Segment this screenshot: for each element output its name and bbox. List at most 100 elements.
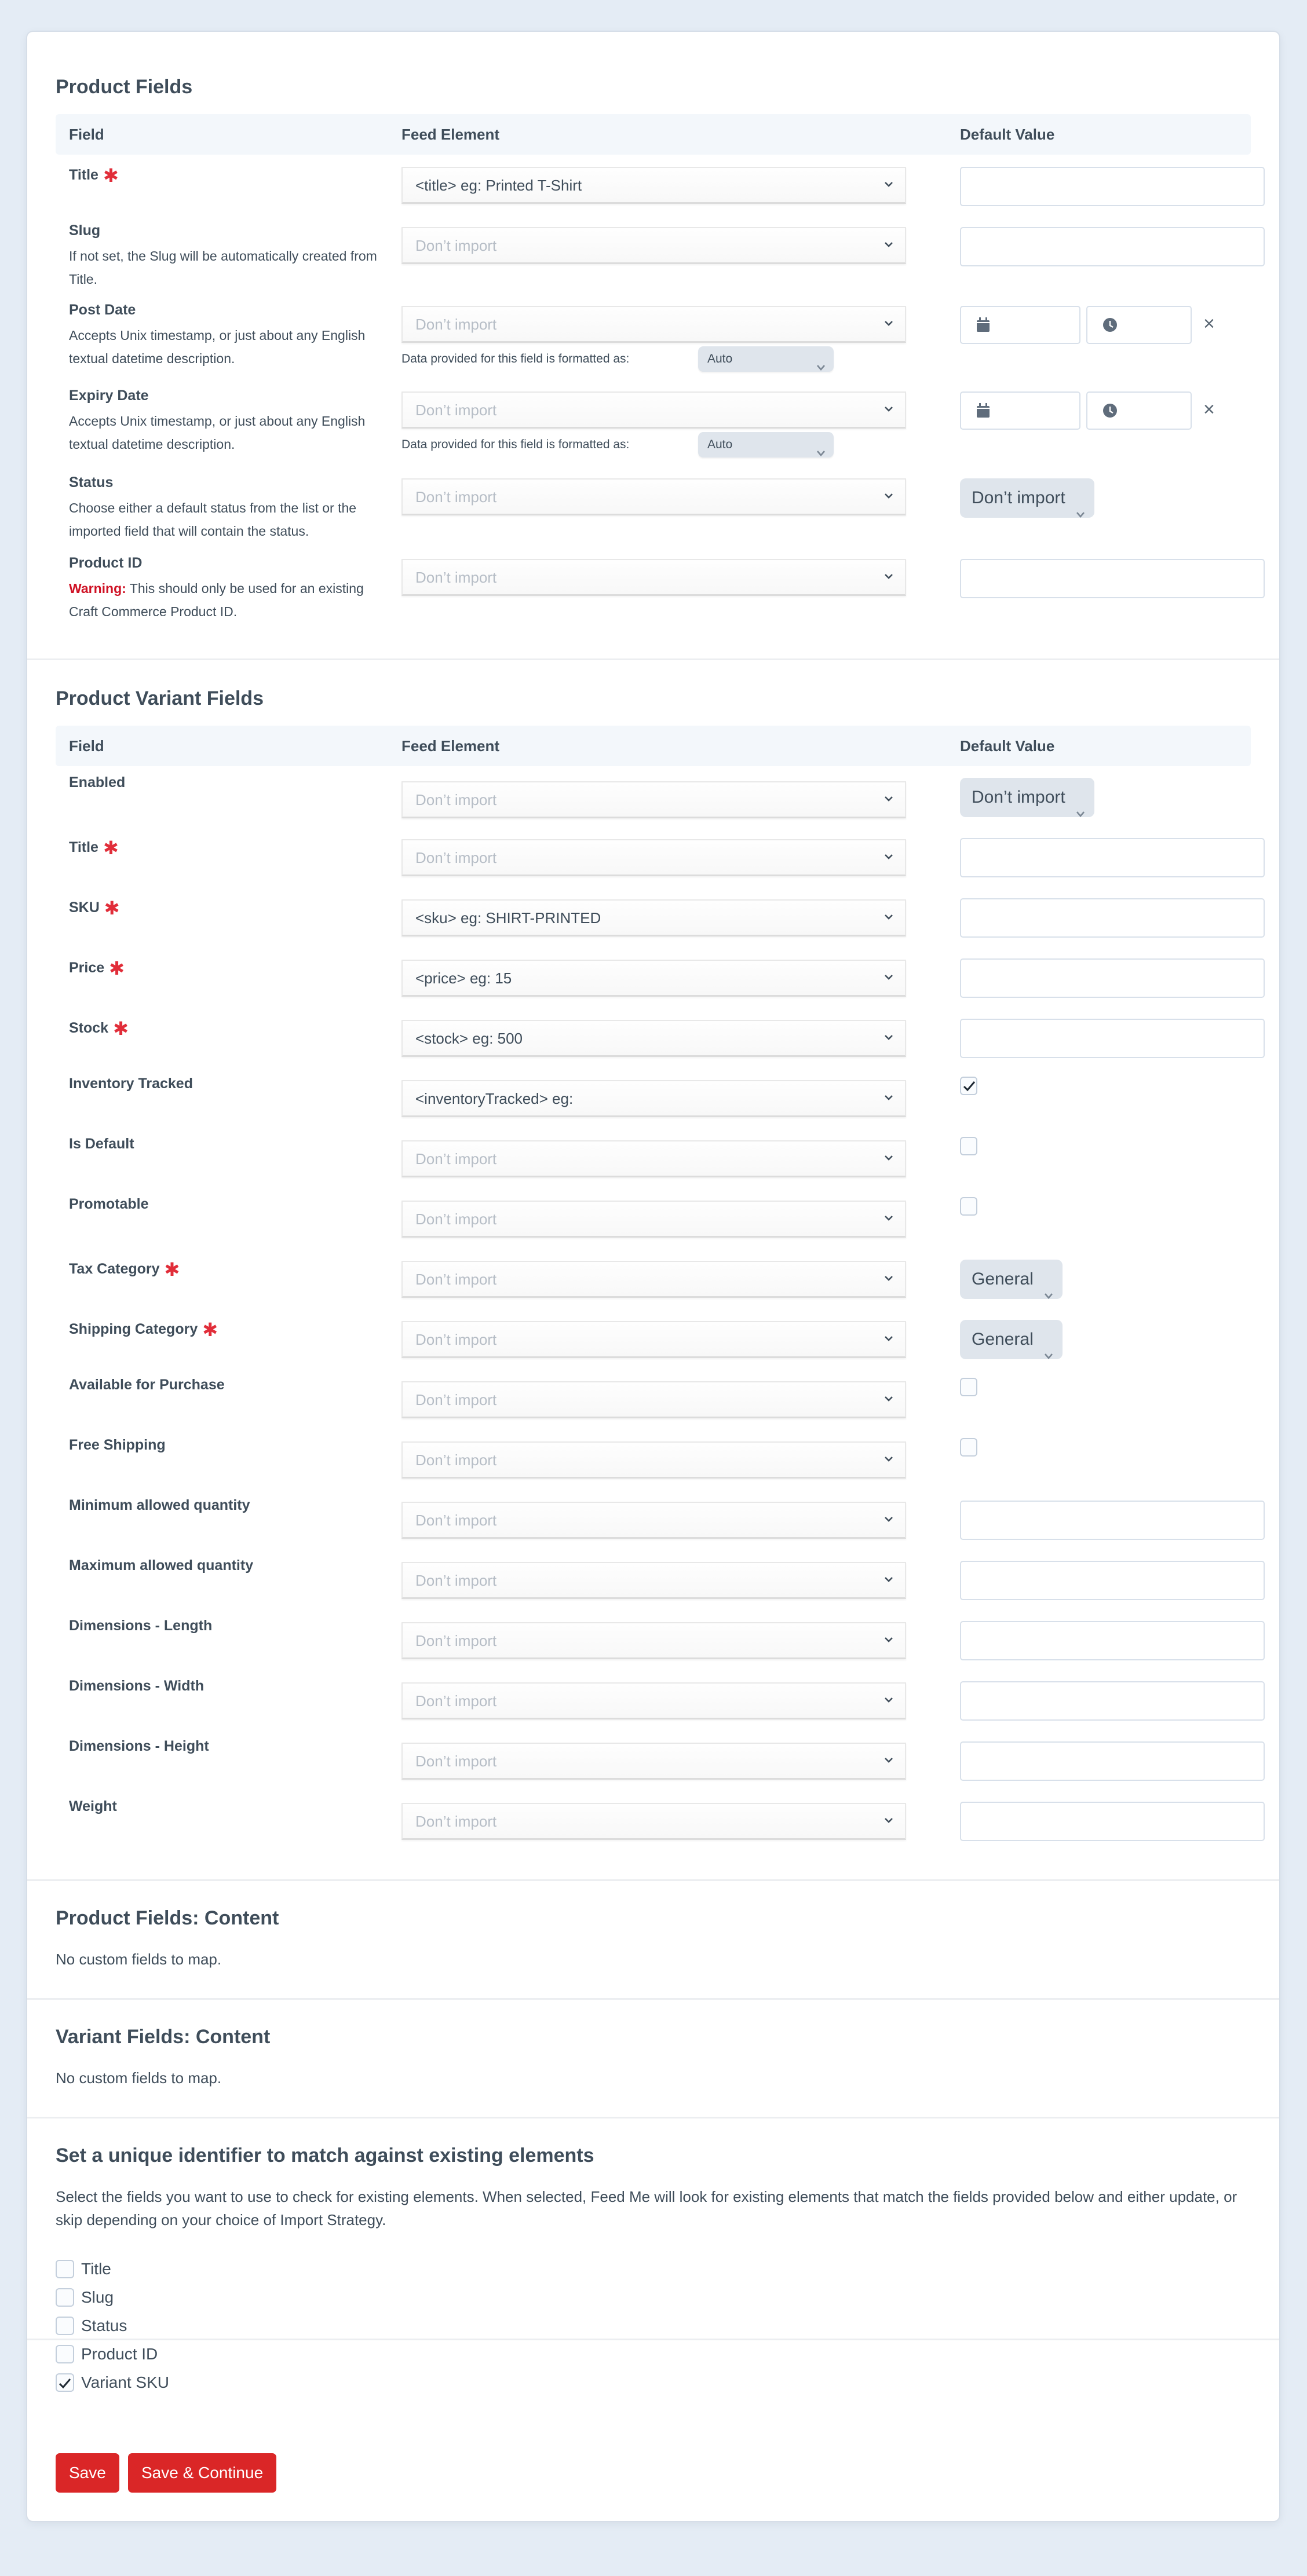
feed-element-select[interactable]: <sku> eg: SHIRT-PRINTED [401,899,906,936]
feed-element-select[interactable]: Don’t import [401,1140,906,1177]
default-value-select[interactable]: General [960,1260,1063,1299]
field-label: Maximum allowed quantity [69,1557,253,1574]
date-input[interactable] [960,306,1080,344]
default-value-checkbox[interactable] [960,1438,977,1457]
feed-element-select[interactable]: Don’t import [401,1201,906,1238]
required-icon: ✱ [103,165,119,186]
chevron-down-icon [882,1744,897,1778]
default-value-select[interactable]: General [960,1320,1063,1359]
chevron-down-icon [882,228,897,262]
checkbox[interactable] [56,2260,74,2278]
default-value-input[interactable] [960,1621,1265,1660]
default-value-input[interactable] [960,898,1265,938]
field-label-text: Shipping Category [69,1321,198,1337]
field-instructions: Accepts Unix timestamp, or just about an… [69,324,382,370]
default-value-input[interactable] [960,1561,1265,1600]
feed-element-select[interactable]: <price> eg: 15 [401,960,906,997]
chevron-down-icon [882,307,897,341]
feed-element-select[interactable]: Don’t import [401,1562,906,1599]
chevron-down-icon [816,441,826,466]
feed-element-select[interactable]: <title> eg: Printed T-Shirt [401,167,906,204]
default-value-input[interactable] [960,227,1265,266]
field-label-text: Dimensions - Length [69,1618,213,1634]
calendar-icon [976,317,990,335]
feed-element-select[interactable]: Don’t import [401,1441,906,1479]
field-instructions: If not set, the Slug will be automatical… [69,244,382,291]
chevron-down-icon [882,560,897,594]
checkbox[interactable] [56,2288,74,2307]
default-value-checkbox[interactable] [960,1378,977,1396]
feed-element-value: Don’t import [415,1813,497,1830]
feed-element-value: Don’t import [415,1210,497,1228]
feed-element-select[interactable]: Don’t import [401,1682,906,1719]
default-value-input[interactable] [960,167,1265,206]
feed-element-select[interactable]: Don’t import [401,1803,906,1840]
field-label-text: Maximum allowed quantity [69,1557,254,1574]
chevron-down-icon [882,901,897,935]
save-and-continue-button[interactable]: Save & Continue [128,2453,277,2493]
feed-element-select[interactable]: Don’t import [401,1261,906,1298]
feed-element-select[interactable]: Don’t import [401,1381,906,1418]
field-label-text: Inventory Tracked [69,1075,193,1092]
default-value-checkbox[interactable] [960,1077,977,1095]
default-value-text: Don’t import [972,488,1065,507]
option-label: Status [81,2317,127,2334]
feed-element-select[interactable]: Don’t import [401,559,906,596]
unique-identifier-description: Select the fields you want to use to che… [56,2188,1237,2229]
feed-element-select[interactable]: Don’t import [401,1743,906,1780]
required-icon: ✱ [164,1259,180,1280]
clear-date-icon[interactable]: × [1203,398,1215,421]
column-field: Field [69,126,104,143]
field-label: Stock ✱ [69,1015,129,1039]
default-value-input[interactable] [960,1802,1265,1841]
chevron-down-icon [882,1021,897,1055]
feed-element-value: Don’t import [415,1572,497,1589]
default-value-select[interactable]: Don’t import [960,778,1094,817]
feed-element-value: Don’t import [415,1451,497,1469]
column-feed-element: Feed Element [401,737,500,755]
option-label: Product ID [81,2345,158,2363]
required-icon: ✱ [202,1319,218,1340]
save-button[interactable]: Save [56,2453,119,2493]
date-input[interactable] [960,391,1080,430]
date-format-select[interactable]: Auto [698,346,834,372]
feed-element-select[interactable]: Don’t import [401,839,906,876]
feed-element-value: Don’t import [415,1512,497,1529]
feed-element-select[interactable]: Don’t import [401,781,906,818]
variant-content-message: No custom fields to map. [56,2069,222,2087]
option-label: Slug [81,2288,114,2306]
feed-element-select[interactable]: <inventoryTracked> eg: [401,1080,906,1117]
field-label: Is Default [69,1136,134,1152]
default-value-input[interactable] [960,1501,1265,1540]
format-label: Data provided for this field is formatte… [401,438,630,451]
clock-icon [1102,403,1118,421]
feed-element-value: Don’t import [415,1391,497,1408]
clear-date-icon[interactable]: × [1203,313,1215,335]
checkbox[interactable] [56,2373,74,2392]
chevron-down-icon [882,168,897,202]
default-value-input[interactable] [960,1019,1265,1058]
time-input[interactable] [1086,306,1192,344]
default-value-input[interactable] [960,838,1265,877]
default-value-checkbox[interactable] [960,1137,977,1155]
default-value-select[interactable]: Don’t import [960,478,1094,518]
checkbox[interactable] [56,2317,74,2335]
feed-element-select[interactable]: Don’t import [401,306,906,343]
time-input[interactable] [1086,391,1192,430]
feed-element-select[interactable]: Don’t import [401,478,906,515]
feed-element-select[interactable]: Don’t import [401,227,906,264]
default-value-input[interactable] [960,1741,1265,1781]
default-value-checkbox[interactable] [960,1197,977,1216]
feed-element-select[interactable]: Don’t import [401,1502,906,1539]
date-format-select[interactable]: Auto [698,432,834,458]
feed-element-select[interactable]: Don’t import [401,391,906,429]
feed-element-select[interactable]: Don’t import [401,1321,906,1358]
field-label: Status [69,474,113,491]
feed-element-select[interactable]: <stock> eg: 500 [401,1020,906,1057]
default-value-input[interactable] [960,559,1265,598]
default-value-input[interactable] [960,1681,1265,1721]
feed-element-value: <title> eg: Printed T-Shirt [415,177,582,194]
checkbox[interactable] [56,2345,74,2363]
feed-element-select[interactable]: Don’t import [401,1622,906,1659]
default-value-input[interactable] [960,958,1265,998]
